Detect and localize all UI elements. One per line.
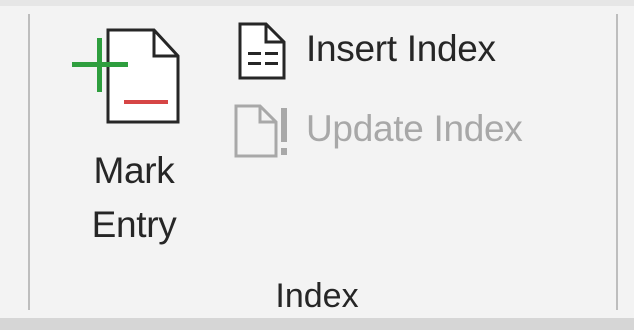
group-separator-left bbox=[28, 14, 30, 310]
ribbon-top-edge bbox=[0, 0, 634, 6]
mark-entry-label-line2: Entry bbox=[91, 204, 177, 245]
insert-index-button[interactable]: Insert Index bbox=[232, 20, 552, 80]
insert-index-icon bbox=[238, 22, 286, 80]
mark-entry-button[interactable]: Mark Entry bbox=[64, 18, 208, 256]
update-index-label: Update Index bbox=[306, 108, 523, 149]
update-index-button[interactable]: Update Index bbox=[232, 100, 592, 160]
insert-index-label: Insert Index bbox=[306, 28, 496, 69]
index-ribbon-group: Mark Entry Insert Index Update Index Ind… bbox=[0, 0, 634, 330]
update-index-icon bbox=[234, 104, 287, 158]
mark-entry-icon bbox=[72, 28, 180, 124]
mark-entry-label-line1: Mark bbox=[93, 150, 175, 191]
mark-entry-label: Mark Entry bbox=[64, 144, 204, 252]
group-separator-right bbox=[616, 14, 618, 310]
group-label: Index bbox=[275, 277, 359, 315]
ribbon-bottom-border bbox=[0, 318, 634, 330]
